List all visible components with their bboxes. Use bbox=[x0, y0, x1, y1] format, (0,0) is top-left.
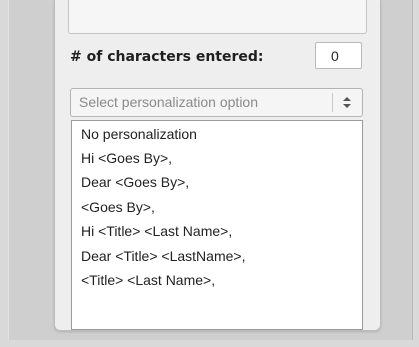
personalization-select[interactable]: Select personalization option bbox=[70, 88, 363, 117]
character-count-label: # of characters entered: bbox=[70, 49, 264, 65]
message-textarea[interactable] bbox=[68, 0, 367, 34]
dropdown-option-title-last-name[interactable]: <Title> <Last Name>, bbox=[81, 272, 215, 296]
select-divider bbox=[332, 93, 333, 112]
dropdown-option-dear-goes-by[interactable]: Dear <Goes By>, bbox=[81, 174, 189, 198]
character-count-field: 0 bbox=[315, 42, 362, 69]
personalization-dropdown-list: No personalization Hi <Goes By>, Dear <G… bbox=[71, 120, 363, 330]
dropdown-option-dear-title-lastname[interactable]: Dear <Title> <LastName>, bbox=[81, 248, 245, 272]
app-canvas: # of characters entered: 0 Select person… bbox=[0, 0, 419, 347]
dropdown-option-hi-title-last-name[interactable]: Hi <Title> <Last Name>, bbox=[81, 223, 232, 247]
personalization-select-placeholder: Select personalization option bbox=[79, 94, 259, 110]
dropdown-option-no-personalization[interactable]: No personalization bbox=[81, 126, 197, 150]
dropdown-option-hi-goes-by[interactable]: Hi <Goes By>, bbox=[81, 150, 172, 174]
up-down-stepper-icon[interactable] bbox=[337, 93, 357, 112]
dropdown-option-goes-by[interactable]: <Goes By>, bbox=[81, 199, 155, 223]
